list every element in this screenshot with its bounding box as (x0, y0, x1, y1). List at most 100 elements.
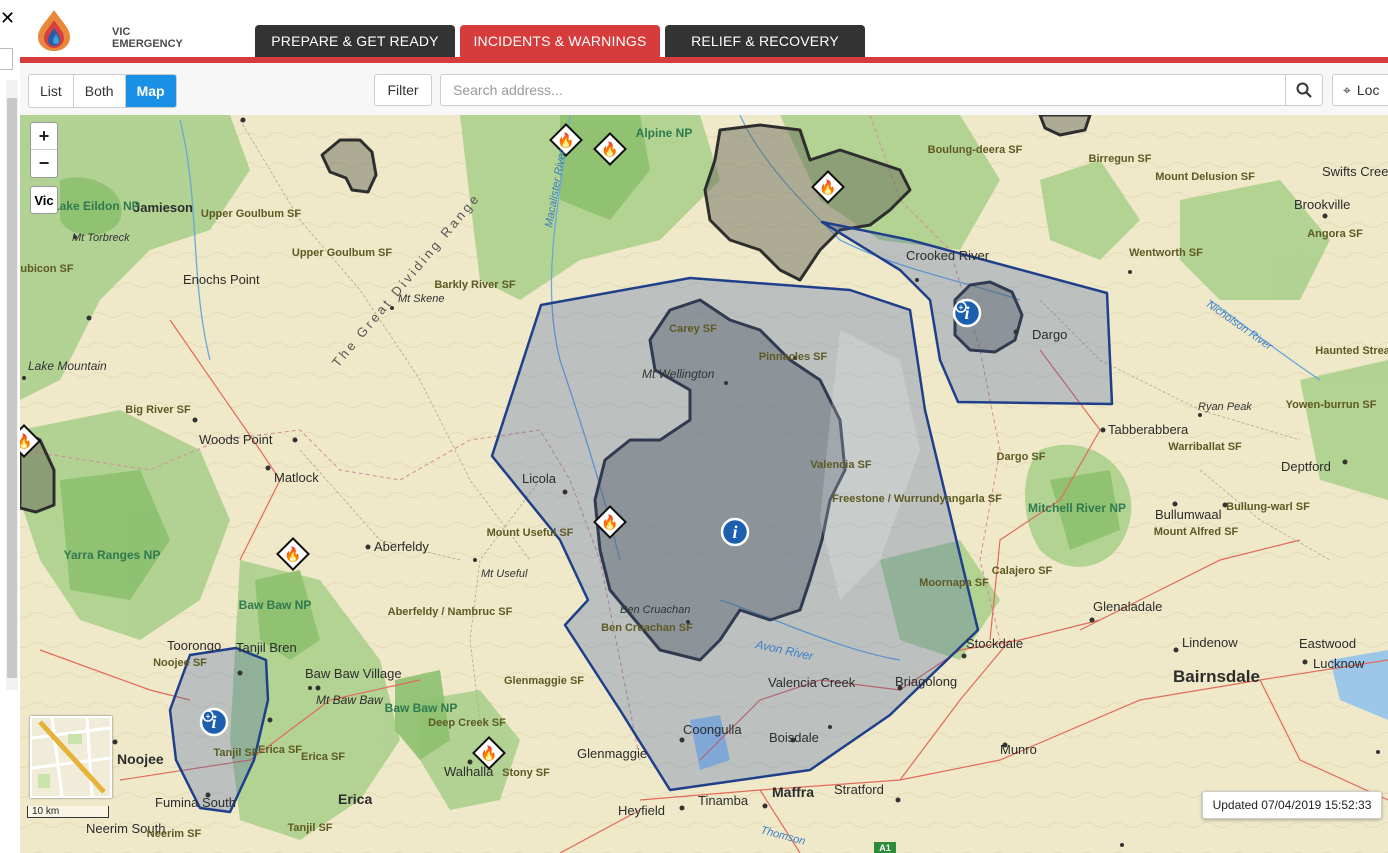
place-erica: Erica (338, 791, 372, 807)
sf-tanjil: Tanjil SF (213, 747, 258, 759)
place-heyfield: Heyfield (618, 803, 665, 818)
sf-neerim: Neerim SF (147, 828, 202, 840)
search-address-input[interactable]: Search address... (440, 74, 1286, 106)
sf-freestone: Freestone / Wurrundyangarla SF (832, 493, 1002, 505)
sf-rubicon: Rubicon SF (20, 263, 74, 275)
place-briagolong: Briagolong (895, 674, 957, 689)
svg-text:🔥: 🔥 (557, 132, 574, 149)
map-canvas[interactable]: 🔥 🔥 🔥 🔥 🔥 🔥 🔥 i i + i + Jamieson Woods P… (20, 115, 1388, 853)
side-panel-box (0, 48, 13, 70)
sf-erica-2: Erica SF (301, 751, 345, 763)
sf-stony: Stony SF (502, 767, 550, 779)
place-baw-baw-village: Baw Baw Village (305, 666, 402, 681)
svg-text:🔥: 🔥 (601, 514, 618, 531)
place-maffra: Maffra (772, 784, 814, 800)
sf-pinnacles: Pinnacles SF (759, 351, 828, 363)
park-baw-baw-np: Baw Baw NP (239, 598, 312, 612)
zoom-out-button[interactable]: − (31, 150, 57, 176)
vic-extent-button[interactable]: Vic (30, 186, 58, 214)
park-baw-baw-np-2: Baw Baw NP (385, 701, 458, 715)
last-updated-badge: Updated 07/04/2019 15:52:33 (1202, 791, 1382, 819)
place-enochs-point: Enochs Point (183, 272, 260, 287)
sf-mount-delusion: Mount Delusion SF (1155, 171, 1255, 183)
map-layer: 🔥 🔥 🔥 🔥 🔥 🔥 🔥 i i+ i+ Jamieson Woods Poi… (20, 115, 1388, 853)
peak-lake-mountain: Lake Mountain (28, 359, 107, 373)
sf-deep-creek: Deep Creek SF (428, 717, 506, 729)
svg-text:🔥: 🔥 (819, 179, 836, 196)
peak-mt-useful: Mt Useful (481, 568, 528, 580)
place-bairnsdale: Bairnsdale (1173, 667, 1260, 686)
info-icon-1[interactable]: i (720, 517, 750, 547)
place-dargo: Dargo (1032, 327, 1067, 342)
sf-upper-goulbum-1: Upper Goulbum SF (201, 208, 302, 220)
place-crooked-river: Crooked River (906, 248, 990, 263)
close-icon[interactable]: ✕ (0, 8, 15, 29)
sf-moornapa: Moornapa SF (919, 577, 989, 589)
logo-line1: VIC (112, 26, 131, 38)
sf-erica: Erica SF (258, 744, 302, 756)
view-list-button[interactable]: List (29, 75, 74, 107)
side-scrollbar-thumb[interactable] (7, 98, 17, 678)
place-eastwood: Eastwood (1299, 636, 1356, 651)
sf-mount-useful: Mount Useful SF (487, 527, 574, 539)
locate-button[interactable]: ⌖ Loc (1332, 74, 1388, 106)
svg-text:+: + (206, 712, 211, 721)
view-map-button[interactable]: Map (125, 75, 176, 107)
place-aberfeldy: Aberfeldy (374, 539, 429, 554)
sf-barkly-river: Barkly River SF (434, 279, 516, 291)
sf-wentworth: Wentworth SF (1129, 247, 1203, 259)
tab-prepare-get-ready[interactable]: PREPARE & GET READY (255, 25, 455, 57)
crosshair-icon: ⌖ (1343, 81, 1351, 98)
locate-label: Loc (1356, 82, 1380, 98)
filter-button[interactable]: Filter (374, 74, 432, 106)
place-mt-baw-baw: Mt Baw Baw (316, 693, 384, 707)
svg-text:🔥: 🔥 (480, 745, 497, 762)
minimap[interactable] (30, 716, 112, 798)
sf-calajero: Calajero SF (992, 565, 1053, 577)
peak-ben-cruachan: Ben Cruachan (620, 604, 690, 616)
tab-incidents-warnings[interactable]: INCIDENTS & WARNINGS (460, 25, 660, 57)
view-both-button[interactable]: Both (74, 75, 126, 107)
place-noojee: Noojee (117, 751, 164, 767)
sf-tanjil-2: Tanjil SF (287, 822, 332, 834)
place-tabberabbera: Tabberabbera (1108, 422, 1189, 437)
place-woods-point: Woods Point (199, 432, 273, 447)
sf-aberfeldy-nambruc: Aberfeldy / Nambruc SF (388, 606, 513, 618)
peak-mt-wellington: Mt Wellington (642, 367, 715, 381)
sf-ben-cruachan: Ben Cruachan SF (601, 622, 693, 634)
park-lake-eildon-np: Lake Eildon NP (52, 199, 139, 213)
sf-upper-goulbum-2: Upper Goulbum SF (292, 247, 393, 259)
svg-text:A1: A1 (879, 843, 891, 853)
minimap-street-view (32, 718, 110, 796)
info-icon-3[interactable]: i+ (199, 707, 229, 737)
place-licola: Licola (522, 471, 557, 486)
vic-emergency-logo[interactable]: VIC EMERGENCY (34, 6, 183, 52)
tab-relief-recovery[interactable]: RELIEF & RECOVERY (665, 25, 865, 57)
place-jamieson: Jamieson (133, 200, 193, 215)
peak-ryan-peak: Ryan Peak (1198, 401, 1252, 413)
svg-text:+: + (959, 303, 964, 312)
sf-dargo: Dargo SF (997, 451, 1046, 463)
zoom-control: + − (30, 122, 58, 178)
park-alpine-np: Alpine NP (636, 126, 693, 140)
place-glenmaggie: Glenmaggie (577, 746, 647, 761)
zoom-in-button[interactable]: + (31, 123, 57, 150)
place-swifts-creek: Swifts Creek (1322, 164, 1388, 179)
place-walhalla: Walhalla (444, 764, 494, 779)
place-valencia-creek: Valencia Creek (768, 675, 856, 690)
place-stratford: Stratford (834, 782, 884, 797)
sf-boulung-deera: Boulung-deera SF (928, 144, 1023, 156)
search-icon (1296, 82, 1312, 98)
place-deptford: Deptford (1281, 459, 1331, 474)
map-scale: 10 km (27, 806, 109, 818)
sf-carey: Carey SF (669, 323, 717, 335)
logo-line2: EMERGENCY (112, 38, 183, 50)
search-button[interactable] (1285, 74, 1323, 106)
place-glenaladale: Glenaladale (1093, 599, 1162, 614)
place-lucknow: Lucknow (1313, 656, 1365, 671)
svg-text:🔥: 🔥 (20, 433, 33, 450)
place-fumina-south: Fumina South (155, 795, 236, 810)
view-mode-toggle: List Both Map (28, 74, 177, 108)
info-icon-2[interactable]: i+ (952, 298, 982, 328)
sf-mount-alfred: Mount Alfred SF (1154, 526, 1239, 538)
